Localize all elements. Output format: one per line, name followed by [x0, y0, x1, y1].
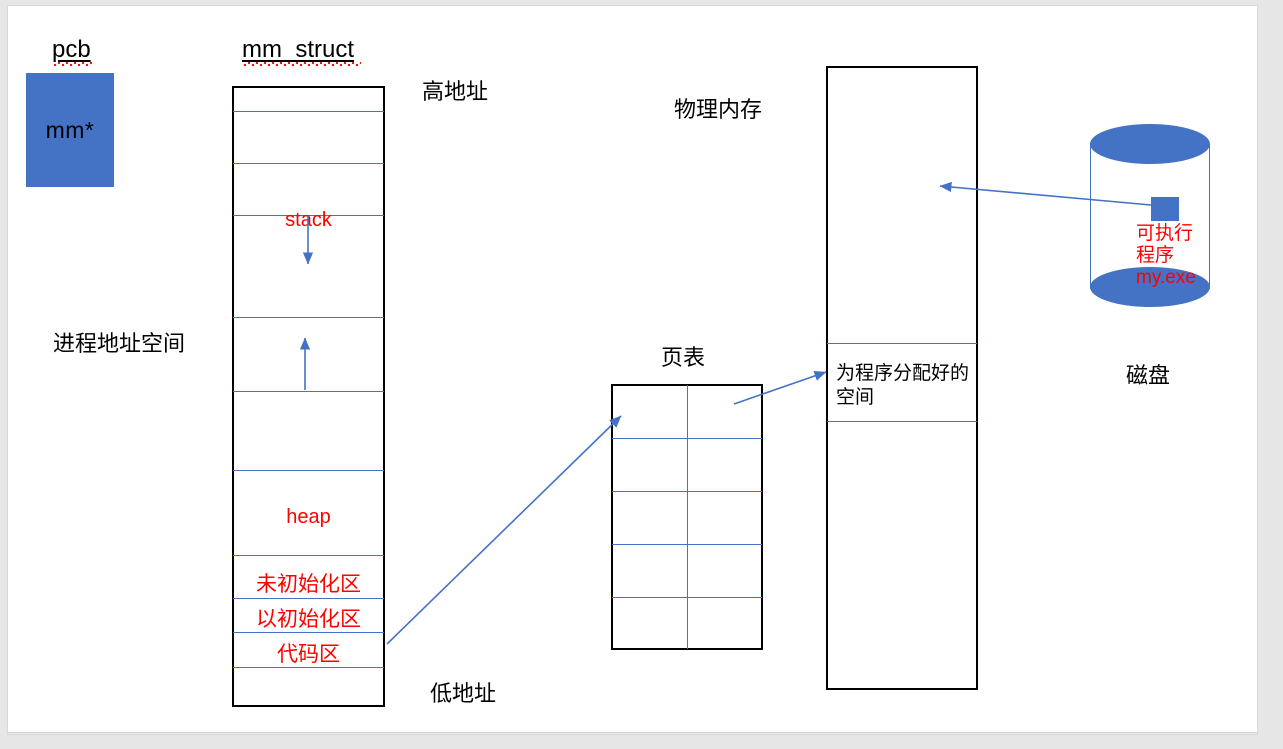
- allocated-space-label: 为程序分配好的 空间: [836, 363, 970, 408]
- mm-struct-title-spellcheck-squiggle: [243, 62, 361, 66]
- low-address-label: 低地址: [430, 681, 497, 706]
- mm-struct-title: mm_struct: [242, 36, 355, 63]
- document-page: pcb mm_struct mm* 进程地址空间 高地址 低地址 物理内存 页表…: [7, 5, 1258, 735]
- mm-divider-data-top: [233, 598, 384, 599]
- mm-divider-top: [233, 111, 384, 112]
- executable-program-label: 可执行 程序 my.exe: [1136, 223, 1196, 289]
- page-bottom-edge: [8, 732, 1257, 734]
- segment-label-data: 以初始化区: [256, 608, 361, 631]
- physical-memory-alloc-top-divider: [827, 343, 977, 344]
- page-table-column-divider: [687, 385, 688, 649]
- physical-memory-label: 物理内存: [674, 97, 763, 122]
- diagram-canvas: pcb mm_struct mm* 进程地址空间 高地址 低地址 物理内存 页表…: [8, 6, 1257, 734]
- segment-label-stack: stack: [285, 209, 332, 231]
- mm-divider-mmap-top: [233, 317, 384, 318]
- mm-divider-heap-top: [233, 470, 384, 471]
- mm-divider-bss-top: [233, 555, 384, 556]
- pcb-title-spellcheck-squiggle: [53, 62, 94, 66]
- disk-cylinder-top-ellipse: [1090, 124, 1210, 164]
- segment-label-bss: 未初始化区: [256, 573, 361, 596]
- disk-label: 磁盘: [1126, 363, 1171, 388]
- physical-memory-alloc-bottom-divider: [827, 421, 977, 422]
- pcb-mm-pointer-label: mm*: [45, 116, 95, 143]
- mm-divider-heap-top-gap: [233, 391, 384, 392]
- pcb-title: pcb: [52, 36, 91, 63]
- high-address-label: 高地址: [422, 79, 489, 104]
- pcb-mm-pointer-block: mm*: [26, 73, 114, 187]
- code-to-page-table-arrow: [386, 415, 622, 645]
- segment-label-text: 代码区: [277, 643, 340, 666]
- process-address-space-label: 进程地址空间: [53, 331, 186, 356]
- executable-file-block: [1151, 197, 1179, 221]
- segment-label-heap: heap: [286, 506, 331, 528]
- page-table-label: 页表: [661, 345, 706, 370]
- mm-divider-stack-top: [233, 163, 384, 164]
